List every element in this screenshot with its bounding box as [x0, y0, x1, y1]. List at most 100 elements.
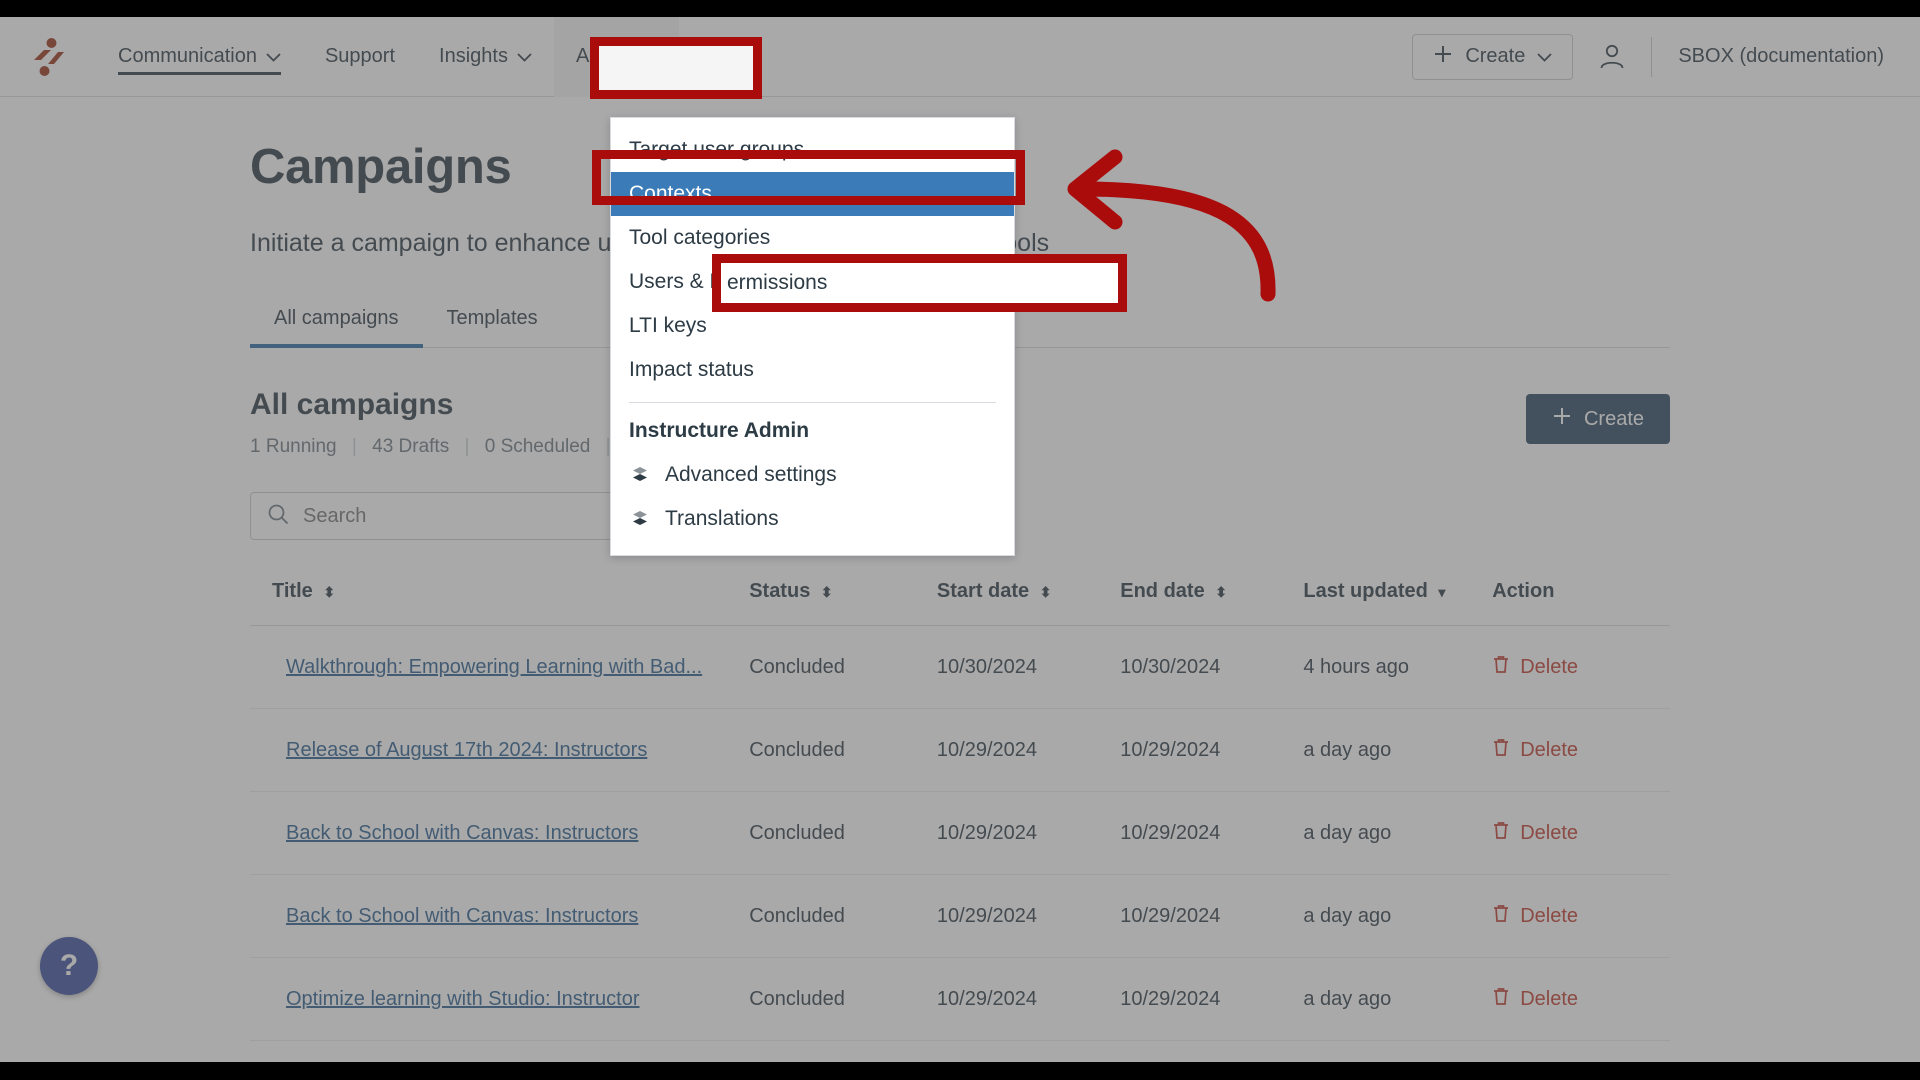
nav-label-communication: Communication	[118, 45, 257, 67]
delete-button[interactable]: Delete	[1492, 737, 1578, 763]
campaign-title-link[interactable]: Back to School with Canvas: Instructors	[286, 822, 638, 844]
layers-icon	[629, 465, 651, 485]
table-row: Release of August 17th 2024: Instructors…	[250, 708, 1670, 792]
cell-start-date: 10/29/2024	[936, 708, 1121, 792]
tab-all-campaigns-label: All campaigns	[274, 307, 399, 329]
sort-icon: ⬍	[1215, 584, 1227, 600]
annotation-box-contexts-item	[592, 150, 1025, 205]
app-page: Communication Support Insights Admin	[0, 17, 1920, 1062]
tab-templates-label: Templates	[446, 307, 538, 329]
cell-title: Walkthrough: Empowering Learning with Ba…	[250, 625, 750, 709]
cell-status: Concluded	[749, 708, 937, 792]
trash-icon	[1492, 654, 1510, 680]
column-header-last-updated[interactable]: Last updated ▾	[1303, 580, 1493, 626]
column-header-status[interactable]: Status ⬍	[749, 580, 937, 626]
column-header-end-date[interactable]: End date ⬍	[1120, 580, 1304, 626]
cell-end-date: -	[1120, 1040, 1304, 1062]
trash-icon	[1492, 737, 1510, 763]
campaigns-table: Title ⬍ Status ⬍ Start date ⬍ End date ⬍…	[250, 580, 1670, 1062]
sort-icon: ⬍	[323, 584, 336, 600]
delete-button[interactable]: Delete	[1492, 654, 1578, 680]
table-row: Walkthrough: Standard Based grading (Obs…	[250, 1040, 1670, 1062]
sort-desc-icon: ▾	[1438, 584, 1446, 600]
table-row: Back to School with Canvas: Instructors C…	[250, 791, 1670, 875]
column-header-end-date-label: End date	[1120, 580, 1205, 602]
column-header-last-updated-label: Last updated	[1303, 580, 1428, 602]
delete-label: Delete	[1520, 821, 1579, 844]
question-mark-icon: ?	[59, 949, 79, 982]
delete-label: Delete	[1520, 738, 1579, 761]
letterbox-bottom	[0, 1062, 1920, 1080]
cell-last-updated: a day ago	[1303, 957, 1493, 1041]
table-body: Walkthrough: Empowering Learning with Ba…	[250, 625, 1670, 1062]
column-header-status-label: Status	[749, 580, 811, 602]
delete-button[interactable]: Delete	[1492, 986, 1578, 1012]
campaign-title-link[interactable]: Optimize learning with Studio: Instructo…	[286, 988, 640, 1010]
cell-start-date: 10/29/2024	[936, 874, 1121, 958]
menu-item-impact-status[interactable]: Impact status	[611, 348, 1014, 392]
nav-label-support: Support	[324, 45, 396, 67]
global-create-label: Create	[1465, 45, 1526, 67]
annotation-box-admin-button	[590, 37, 762, 99]
tab-templates[interactable]: Templates	[423, 307, 562, 348]
delete-button[interactable]: Delete	[1492, 903, 1578, 929]
tab-all-campaigns[interactable]: All campaigns	[250, 307, 423, 348]
plus-icon	[1552, 406, 1572, 432]
count-running: 1 Running	[250, 436, 337, 457]
search-icon	[267, 503, 289, 530]
cell-end-date: 10/29/2024	[1120, 708, 1304, 792]
search-input[interactable]	[303, 504, 638, 528]
nav-label-insights: Insights	[439, 45, 508, 67]
delete-button[interactable]: Delete	[1492, 820, 1578, 846]
screenshot-root: Communication Support Insights Admin	[0, 0, 1920, 1080]
cell-action: Delete	[1492, 708, 1670, 792]
cell-status: Concluded	[749, 625, 937, 709]
cell-end-date: 10/29/2024	[1120, 874, 1304, 958]
user-account-icon[interactable]	[1573, 43, 1651, 71]
table-row: Optimize learning with Studio: Instructo…	[250, 957, 1670, 1041]
menu-item-tool-categories-label: Tool categories	[629, 226, 771, 249]
sort-icon: ⬍	[820, 584, 833, 600]
column-header-title[interactable]: Title ⬍	[250, 580, 750, 626]
cell-action: Delete	[1492, 791, 1670, 875]
cell-start-date: 10/30/2024	[936, 625, 1121, 709]
cell-start-date: 10/29/2024	[936, 957, 1121, 1041]
cell-title: Release of August 17th 2024: Instructors	[250, 708, 750, 792]
trash-icon	[1492, 986, 1510, 1012]
cell-title: Walkthrough: Standard Based grading (Obs…	[250, 1040, 750, 1062]
account-name-label: SBOX (documentation)	[1678, 45, 1884, 67]
cell-end-date: 10/29/2024	[1120, 957, 1304, 1041]
menu-item-advanced-settings[interactable]: Advanced settings	[611, 453, 1014, 497]
count-separator: |	[351, 436, 357, 457]
campaign-title-link[interactable]: Walkthrough: Empowering Learning with Ba…	[286, 656, 702, 678]
menu-item-translations[interactable]: Translations	[611, 497, 1014, 541]
chevron-down-icon	[517, 45, 532, 68]
create-campaign-button[interactable]: Create	[1525, 394, 1670, 444]
nav-item-support[interactable]: Support	[303, 17, 417, 97]
cell-start-date: 10/29/2024	[936, 791, 1121, 875]
cell-last-updated: 2 days ago	[1303, 1040, 1493, 1062]
trash-icon	[1492, 820, 1510, 846]
cell-status: Draft	[749, 1040, 937, 1062]
top-navigation-bar: Communication Support Insights Admin	[0, 17, 1920, 97]
global-create-button[interactable]: Create	[1412, 33, 1574, 80]
cell-action: Delete	[1492, 625, 1670, 709]
column-header-action-label: Action	[1492, 580, 1555, 602]
cell-last-updated: a day ago	[1303, 874, 1493, 958]
instructure-logo-icon[interactable]	[0, 33, 96, 81]
cell-status: Concluded	[749, 957, 937, 1041]
search-box[interactable]	[250, 492, 655, 540]
column-header-action: Action	[1492, 580, 1670, 626]
help-button[interactable]: ?	[40, 937, 98, 995]
cell-start-date: -	[936, 1040, 1121, 1062]
nav-item-communication[interactable]: Communication	[96, 17, 303, 97]
chevron-down-icon	[1537, 45, 1552, 68]
column-header-title-label: Title	[272, 580, 313, 602]
menu-item-lti-keys-label: LTI keys	[629, 314, 707, 337]
nav-item-insights[interactable]: Insights	[417, 17, 554, 97]
column-header-start-date[interactable]: Start date ⬍	[936, 580, 1121, 626]
cell-title: Back to School with Canvas: Instructors	[250, 874, 750, 958]
campaign-title-link[interactable]: Back to School with Canvas: Instructors	[286, 905, 638, 927]
campaign-title-link[interactable]: Release of August 17th 2024: Instructors	[286, 739, 647, 761]
cell-action: Delete	[1492, 957, 1670, 1041]
